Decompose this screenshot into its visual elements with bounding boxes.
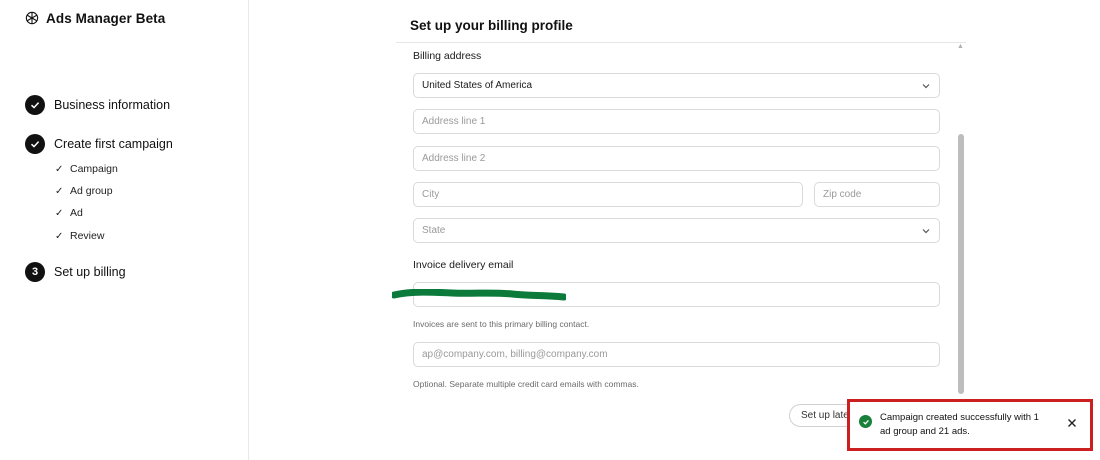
check-icon — [30, 141, 40, 148]
step-label: Business information — [54, 98, 171, 112]
step-label: Set up billing — [54, 265, 126, 279]
address-line-1-placeholder: Address line 1 — [422, 116, 486, 127]
page-title: Set up your billing profile — [410, 18, 573, 33]
zip-code-input[interactable]: Zip code — [814, 182, 940, 207]
cc-emails-input[interactable]: ap@company.com, billing@company.com — [413, 342, 940, 367]
check-icon: ✓ — [55, 230, 64, 242]
check-icon — [30, 102, 40, 109]
country-select[interactable]: United States of America — [413, 73, 940, 98]
state-select[interactable]: State — [413, 218, 940, 243]
step-business-information[interactable]: Business information — [25, 95, 170, 115]
substep-label: Ad group — [70, 185, 113, 197]
substep-label: Campaign — [70, 163, 118, 175]
substep-campaign[interactable]: ✓ Campaign — [55, 163, 118, 175]
app-root: Ads Manager Beta Business information Cr… — [0, 0, 1100, 460]
check-icon: ✓ — [55, 185, 64, 197]
billing-address-label: Billing address — [413, 50, 482, 62]
state-placeholder: State — [422, 225, 446, 236]
step-label: Create first campaign — [54, 137, 173, 151]
brand: Ads Manager Beta — [24, 10, 165, 26]
sidebar: Ads Manager Beta Business information Cr… — [0, 0, 249, 460]
toast-content: Campaign created successfully with 1 ad … — [850, 411, 1090, 439]
substep-ad-group[interactable]: ✓ Ad group — [55, 185, 113, 197]
toast-message: Campaign created successfully with 1 ad … — [880, 412, 1039, 437]
check-icon: ✓ — [55, 207, 64, 219]
country-value: United States of America — [422, 80, 533, 91]
check-icon: ✓ — [55, 163, 64, 175]
substep-review[interactable]: ✓ Review — [55, 230, 104, 242]
chevron-down-icon — [922, 228, 930, 233]
substep-ad[interactable]: ✓ Ad — [55, 207, 83, 219]
scroll-up-arrow-icon[interactable]: ▲ — [957, 43, 964, 50]
chevron-down-icon — [922, 83, 930, 88]
address-line-1-input[interactable]: Address line 1 — [413, 109, 940, 134]
redaction-mark — [392, 289, 566, 301]
address-line-2-input[interactable]: Address line 2 — [413, 146, 940, 171]
address-line-2-placeholder: Address line 2 — [422, 153, 486, 164]
openai-logo-icon — [25, 11, 39, 25]
success-check-icon — [859, 415, 872, 428]
invoice-email-label: Invoice delivery email — [413, 259, 514, 271]
success-toast: Campaign created successfully with 1 ad … — [847, 399, 1093, 451]
primary-email-helper: Invoices are sent to this primary billin… — [413, 319, 590, 329]
title-divider — [396, 42, 966, 43]
step-number-badge: 3 — [25, 262, 45, 282]
step-done-badge — [25, 95, 45, 115]
step-set-up-billing[interactable]: 3 Set up billing — [25, 262, 126, 282]
scrollbar-thumb[interactable] — [958, 134, 964, 394]
app-title: Ads Manager Beta — [46, 10, 166, 26]
cc-emails-placeholder: ap@company.com, billing@company.com — [422, 349, 608, 360]
city-input[interactable]: City — [413, 182, 803, 207]
step-create-first-campaign[interactable]: Create first campaign — [25, 134, 173, 154]
substep-label: Review — [70, 230, 105, 242]
step-done-badge — [25, 134, 45, 154]
city-placeholder: City — [422, 189, 440, 200]
cc-emails-helper: Optional. Separate multiple credit card … — [413, 379, 639, 389]
close-icon[interactable] — [1066, 417, 1078, 429]
substep-label: Ad — [70, 207, 83, 219]
zip-code-placeholder: Zip code — [823, 189, 862, 200]
